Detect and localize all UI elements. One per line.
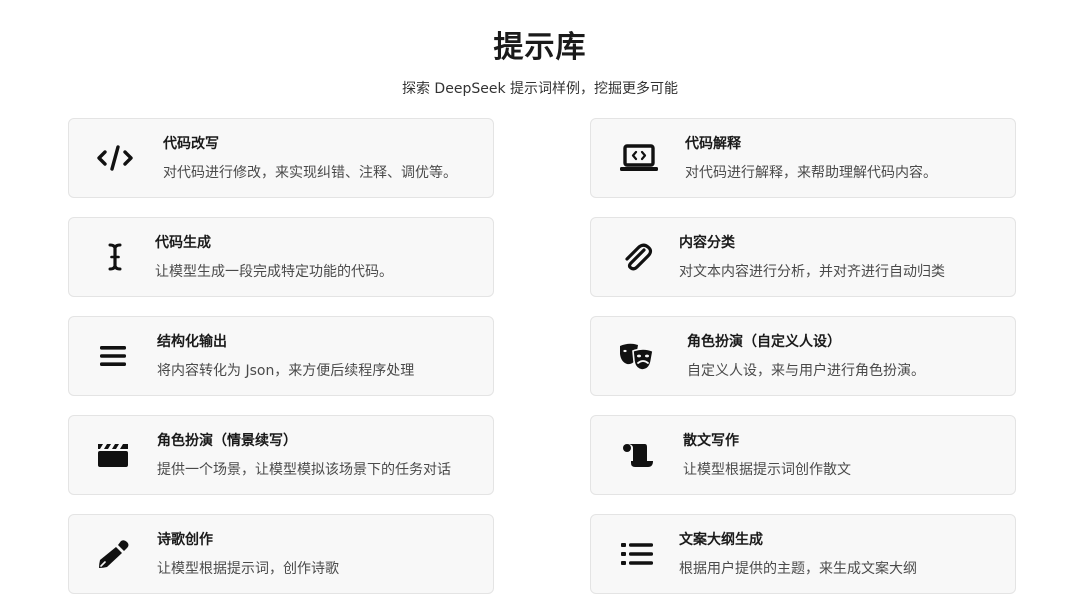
paperclip-icon bbox=[617, 237, 657, 277]
prompt-card-content-classify[interactable]: 内容分类 对文本内容进行分析，并对齐进行自动归类 bbox=[590, 217, 1016, 297]
card-title: 角色扮演（情景续写） bbox=[157, 432, 297, 449]
card-description: 对代码进行解释，来帮助理解代码内容。 bbox=[685, 164, 937, 181]
prompt-card-roleplay-scene[interactable]: 角色扮演（情景续写） 提供一个场景，让模型模拟该场景下的任务对话 bbox=[68, 415, 494, 495]
prompt-card-code-explain[interactable]: 代码解释 对代码进行解释，来帮助理解代码内容。 bbox=[590, 118, 1016, 198]
card-description: 让模型生成一段完成特定功能的代码。 bbox=[155, 263, 393, 280]
card-title: 文案大纲生成 bbox=[679, 531, 763, 548]
prompt-card-prose-writing[interactable]: 散文写作 让模型根据提示词创作散文 bbox=[590, 415, 1016, 495]
prompt-card-outline-generate[interactable]: 文案大纲生成 根据用户提供的主题，来生成文案大纲 bbox=[590, 514, 1016, 594]
list-icon bbox=[617, 534, 657, 574]
scroll-icon bbox=[617, 435, 657, 475]
card-description: 对文本内容进行分析，并对齐进行自动归类 bbox=[679, 263, 945, 280]
prompt-card-structured-output[interactable]: 结构化输出 将内容转化为 Json，来方便后续程序处理 bbox=[68, 316, 494, 396]
card-title: 内容分类 bbox=[679, 234, 735, 251]
pen-icon bbox=[93, 534, 133, 574]
card-title: 代码生成 bbox=[155, 234, 211, 251]
card-description: 让模型根据提示词创作散文 bbox=[683, 461, 851, 478]
laptop-code-icon bbox=[619, 138, 659, 178]
card-description: 将内容转化为 Json，来方便后续程序处理 bbox=[157, 362, 415, 379]
card-description: 让模型根据提示词，创作诗歌 bbox=[157, 560, 339, 577]
card-title: 角色扮演（自定义人设） bbox=[687, 333, 841, 350]
prompt-card-code-generate[interactable]: 代码生成 让模型生成一段完成特定功能的代码。 bbox=[68, 217, 494, 297]
page-title: 提示库 bbox=[493, 30, 587, 65]
card-title: 散文写作 bbox=[683, 432, 739, 449]
card-title: 代码改写 bbox=[163, 135, 219, 152]
clapperboard-icon bbox=[93, 435, 133, 475]
prompt-card-grid: 代码改写 对代码进行修改，来实现纠错、注释、调优等。 代码解释 对代码进行解释，… bbox=[68, 118, 1016, 594]
card-description: 自定义人设，来与用户进行角色扮演。 bbox=[687, 362, 925, 379]
prompt-card-roleplay-persona[interactable]: 角色扮演（自定义人设） 自定义人设，来与用户进行角色扮演。 bbox=[590, 316, 1016, 396]
code-icon bbox=[95, 138, 135, 178]
prompt-card-poetry-writing[interactable]: 诗歌创作 让模型根据提示词，创作诗歌 bbox=[68, 514, 494, 594]
page-subtitle: 探索 DeepSeek 提示词样例，挖掘更多可能 bbox=[401, 81, 678, 97]
menu-bars-icon bbox=[93, 336, 133, 376]
card-title: 诗歌创作 bbox=[157, 531, 213, 548]
card-description: 根据用户提供的主题，来生成文案大纲 bbox=[679, 560, 917, 577]
card-description: 提供一个场景，让模型模拟该场景下的任务对话 bbox=[157, 461, 451, 478]
card-title: 结构化输出 bbox=[157, 333, 227, 350]
card-title: 代码解释 bbox=[685, 135, 741, 152]
theater-masks-icon bbox=[617, 336, 657, 376]
prompt-card-code-rewrite[interactable]: 代码改写 对代码进行修改，来实现纠错、注释、调优等。 bbox=[68, 118, 494, 198]
text-cursor-icon bbox=[95, 237, 135, 277]
card-description: 对代码进行修改，来实现纠错、注释、调优等。 bbox=[163, 164, 457, 181]
